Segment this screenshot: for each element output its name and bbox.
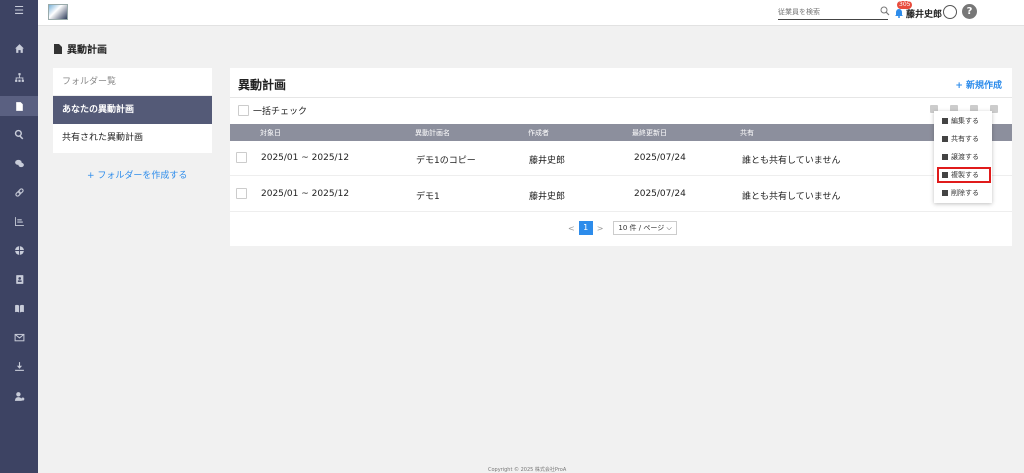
table-row[interactable]: 2025/01 ~ 2025/12 デモ1 藤井史郎 2025/07/24 誰と…: [230, 177, 1012, 212]
cell-updated: 2025/07/24: [634, 189, 686, 199]
menu-item-label: 編集する: [951, 117, 979, 125]
plan-list-panel: 異動計画 + 新規作成 一括チェック 対象日 異動計画名 作成者 最終更新日 共…: [230, 68, 1012, 246]
per-page-value: 10 件 / ページ: [618, 224, 665, 232]
menu-item-label: 複製する: [951, 171, 979, 179]
menu-item-delete[interactable]: 削除する: [934, 186, 992, 200]
copy-icon: [942, 172, 948, 178]
menu-icon[interactable]: ☰: [0, 0, 38, 20]
search-icon[interactable]: [880, 6, 890, 16]
folder-list-header: フォルダー覧: [53, 68, 212, 96]
cell-author: 藤井史郎: [529, 156, 566, 166]
sidebar: ☰: [0, 0, 38, 473]
mail-icon[interactable]: [0, 327, 38, 347]
company-logo[interactable]: [48, 4, 68, 20]
cell-author: 藤井史郎: [529, 192, 566, 202]
document-icon: [54, 43, 62, 54]
avatar[interactable]: [943, 5, 957, 19]
link-icon[interactable]: [0, 182, 38, 202]
bulk-checkbox[interactable]: [238, 105, 249, 116]
menu-item-label: 削除する: [951, 189, 979, 197]
menu-item-duplicate[interactable]: 複製する: [937, 167, 991, 183]
create-folder-link[interactable]: + フォルダーを作成する: [87, 168, 187, 181]
bulk-check-label: 一括チェック: [253, 107, 308, 117]
user-settings-icon[interactable]: [0, 386, 38, 406]
globe-icon[interactable]: [0, 240, 38, 260]
page-number-current[interactable]: 1: [578, 221, 593, 235]
menu-item-label: 譲渡する: [951, 153, 979, 161]
table-row[interactable]: 2025/01 ~ 2025/12 デモ1のコピー 藤井史郎 2025/07/2…: [230, 141, 1012, 176]
column-header: 異動計画名: [415, 129, 450, 137]
pagination: < 1 > 10 件 / ページ ⌵: [568, 221, 677, 235]
row-checkbox[interactable]: [236, 152, 247, 163]
column-header: 対象日: [260, 129, 281, 137]
menu-item-edit[interactable]: 編集する: [934, 114, 992, 128]
cell-date: 2025/01 ~ 2025/12: [261, 189, 350, 199]
chat-icon[interactable]: [0, 153, 38, 173]
cell-date: 2025/01 ~ 2025/12: [261, 153, 350, 163]
cell-plan-name[interactable]: デモ1: [416, 189, 440, 202]
cell-shared: 誰とも共有していません: [742, 156, 841, 166]
menu-item-transfer[interactable]: 譲渡する: [934, 150, 992, 164]
share-icon: [942, 136, 948, 142]
column-header: 共有: [740, 129, 754, 137]
menu-item-label: 共有する: [951, 135, 979, 143]
divider: [230, 97, 1012, 98]
trash-icon: [942, 190, 948, 196]
table-header: 対象日 異動計画名 作成者 最終更新日 共有: [230, 124, 1012, 141]
row-context-menu: 編集する 共有する 譲渡する 複製する 削除する: [934, 111, 992, 203]
home-icon[interactable]: [0, 38, 38, 58]
panel-title: 異動計画: [238, 78, 287, 92]
pencil-icon: [942, 118, 948, 124]
folder-item-shared[interactable]: 共有された異動計画: [53, 124, 212, 152]
cell-shared: 誰とも共有していません: [742, 192, 841, 202]
folder-item-mine[interactable]: あなたの異動計画: [53, 96, 212, 124]
cell-plan-name[interactable]: デモ1のコピー: [416, 153, 476, 166]
prev-page-button[interactable]: <: [568, 224, 575, 233]
cell-updated: 2025/07/24: [634, 153, 686, 163]
employee-search-input[interactable]: [778, 6, 874, 18]
bulk-check[interactable]: 一括チェック: [238, 104, 307, 117]
chart-icon[interactable]: [0, 211, 38, 231]
binoculars-icon: [942, 154, 948, 160]
download-icon[interactable]: [0, 356, 38, 376]
org-chart-icon[interactable]: [0, 67, 38, 87]
help-icon[interactable]: ?: [962, 4, 977, 19]
page-title-text: 異動計画: [67, 45, 107, 56]
new-plan-button[interactable]: + 新規作成: [955, 78, 1002, 91]
search-icon[interactable]: [0, 124, 38, 144]
next-page-button[interactable]: >: [597, 224, 604, 233]
user-name[interactable]: 藤井史郎: [906, 7, 942, 20]
book-icon[interactable]: [0, 298, 38, 318]
row-checkbox[interactable]: [236, 188, 247, 199]
employee-search: [778, 6, 890, 20]
document-icon[interactable]: [0, 96, 38, 116]
contact-book-icon[interactable]: [0, 269, 38, 289]
folder-panel: フォルダー覧 あなたの異動計画 共有された異動計画: [53, 68, 212, 153]
menu-item-share[interactable]: 共有する: [934, 132, 992, 146]
footer-copyright: Copyright © 2025 株式会社ProA: [488, 467, 567, 473]
bell-icon[interactable]: [894, 8, 904, 18]
column-header: 作成者: [528, 129, 549, 137]
page-title: 異動計画: [54, 41, 107, 56]
column-header: 最終更新日: [632, 129, 667, 137]
per-page-select[interactable]: 10 件 / ページ ⌵: [613, 221, 677, 235]
